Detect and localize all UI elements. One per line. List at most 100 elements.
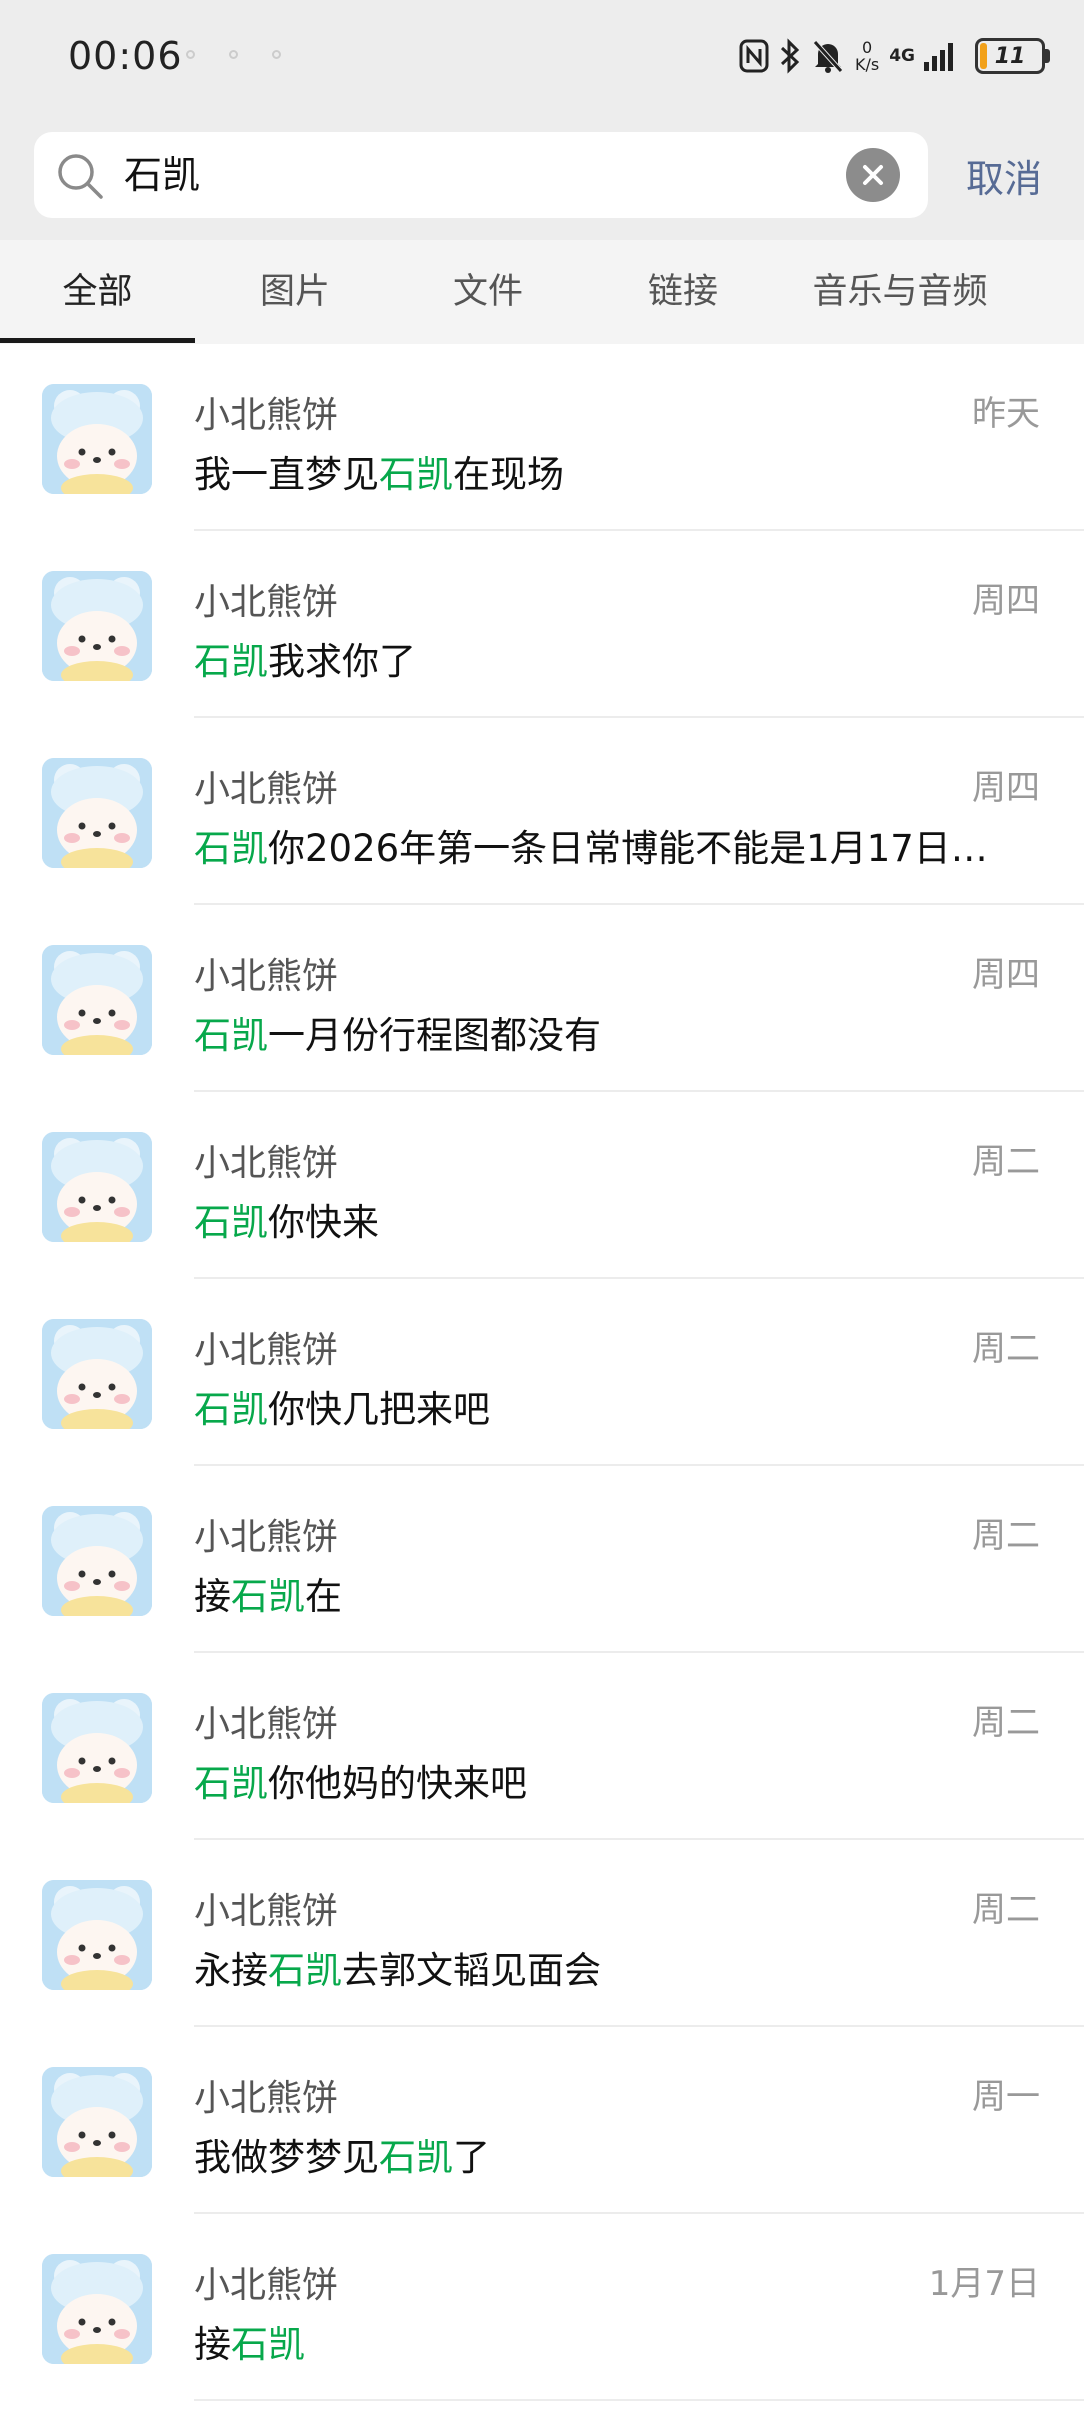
message-text: 你快来 (268, 1201, 379, 1244)
message-snippet: 石凯我求你了 (194, 631, 1004, 685)
keyword-highlight: 石凯 (194, 1762, 268, 1805)
clear-button[interactable] (846, 148, 900, 202)
message-text: 一月份行程图都没有 (268, 1014, 601, 1057)
cancel-button[interactable]: 取消 (966, 148, 1042, 203)
filter-tabs: 全部 图片 文件 链接 音乐与音频 (0, 240, 1084, 344)
clear-icon (863, 165, 883, 185)
notification-dots (186, 50, 281, 59)
list-item[interactable]: 小北熊饼 周二石凯你他妈的快来吧 (0, 1653, 1084, 1840)
network-indicator: 4G (889, 46, 915, 66)
keyword-highlight: 石凯 (194, 640, 268, 683)
avatar[interactable] (42, 384, 152, 494)
avatar[interactable] (42, 1506, 152, 1616)
message-date: 昨天 (972, 394, 1040, 434)
message-snippet: 接石凯 (194, 2314, 1004, 2368)
sender-name: 小北熊饼 (194, 2265, 339, 2306)
mute-bell-icon (811, 38, 845, 74)
divider (194, 2399, 1084, 2401)
list-item[interactable]: 小北熊饼 周四 石凯你2026年第一条日常博能不能是1月17日发… (0, 718, 1084, 905)
tab-all[interactable]: 全部 (0, 240, 195, 344)
message-text: 我做梦梦见 (194, 2136, 379, 2179)
message-text: 你2026年第一条日常博能不能是1月17日发… (268, 827, 1004, 870)
list-item[interactable]: 小北熊饼 周四 石凯我求你了 (0, 531, 1084, 718)
search-icon (58, 154, 103, 199)
keyword-highlight: 石凯 (379, 2136, 453, 2179)
message-date: 周二 (972, 1329, 1040, 1369)
search-box[interactable]: 石凯 (34, 132, 928, 218)
nfc-icon (739, 39, 769, 73)
sender-name: 小北熊饼 (194, 769, 339, 810)
tab-links[interactable]: 链接 (603, 240, 763, 344)
tab-music-audio[interactable]: 音乐与音频 (790, 240, 1010, 344)
message-snippet: 石凯你2026年第一条日常博能不能是1月17日发… (194, 818, 1004, 872)
message-date: 1月7日 (928, 2264, 1040, 2304)
keyword-highlight: 石凯 (194, 1201, 268, 1244)
sender-name: 小北熊饼 (194, 1891, 339, 1932)
keyword-highlight: 石凯 (231, 1575, 305, 1618)
message-text: 永接 (194, 1949, 268, 1992)
message-snippet: 石凯一月份行程图都没有 (194, 1005, 1004, 1059)
list-item[interactable]: 小北熊饼 昨天我一直梦见石凯在现场 (0, 344, 1084, 531)
status-time: 00:06 (68, 34, 183, 78)
avatar[interactable] (42, 2254, 152, 2364)
message-snippet: 石凯你快几把来吧 (194, 1379, 1004, 1433)
avatar[interactable] (42, 2067, 152, 2177)
avatar[interactable] (42, 1132, 152, 1242)
sender-name: 小北熊饼 (194, 1517, 339, 1558)
list-item[interactable]: 小北熊饼 周二石凯你快几把来吧 (0, 1279, 1084, 1466)
list-item[interactable]: 小北熊饼 周二 接石凯在 (0, 1466, 1084, 1653)
message-date: 周四 (972, 581, 1040, 621)
message-text: 我求你了 (268, 640, 416, 683)
sender-name: 小北熊饼 (194, 956, 339, 997)
message-snippet: 我一直梦见石凯在现场 (194, 444, 1004, 498)
keyword-highlight: 石凯 (194, 1014, 268, 1057)
sender-name: 小北熊饼 (194, 1330, 339, 1371)
message-text: 在 (305, 1575, 342, 1618)
list-item[interactable]: 小北熊饼 周二 石凯你快来 (0, 1092, 1084, 1279)
net-speed: 0 K/s (855, 39, 879, 73)
sender-name: 小北熊饼 (194, 1704, 339, 1745)
message-snippet: 石凯你他妈的快来吧 (194, 1753, 1004, 1807)
message-text: 在现场 (453, 453, 564, 496)
message-snippet: 我做梦梦见石凯了 (194, 2127, 1004, 2181)
sender-name: 小北熊饼 (194, 395, 339, 436)
list-item[interactable]: 小北熊饼 周二永接石凯去郭文韬见面会 (0, 1840, 1084, 2027)
status-bar: 00:06 0 K/s 4G 11 (0, 0, 1084, 110)
keyword-highlight: 石凯 (379, 453, 453, 496)
list-item[interactable]: 小北熊饼 周一 我做梦梦见石凯了 (0, 2027, 1084, 2214)
message-date: 周一 (972, 2077, 1040, 2117)
top-bar: 00:06 0 K/s 4G 11 石凯 取消 (0, 0, 1084, 240)
network-type: 4G (889, 46, 915, 66)
net-speed-unit: K/s (854, 55, 880, 74)
message-date: 周四 (972, 955, 1040, 995)
message-text: 接 (194, 2323, 231, 2366)
message-snippet: 石凯你快来 (194, 1192, 1004, 1246)
search-results-list: 小北熊饼 昨天 我一直梦见石凯在现场 小北熊饼 周四 石凯我求你了 小北熊饼 周四 石凯你2… (0, 344, 1084, 2401)
bluetooth-icon (779, 38, 801, 74)
keyword-highlight: 石凯 (194, 827, 268, 870)
avatar[interactable] (42, 1693, 152, 1803)
search-input[interactable]: 石凯 (124, 150, 200, 200)
list-item[interactable]: 小北熊饼 1月7日接石凯 (0, 2214, 1084, 2401)
tab-images[interactable]: 图片 (215, 240, 375, 344)
status-icons: 0 K/s 4G 11 (739, 32, 1050, 80)
list-item[interactable]: 小北熊饼 周四石凯一月份行程图都没有 (0, 905, 1084, 1092)
message-date: 周二 (972, 1890, 1040, 1930)
keyword-highlight: 石凯 (231, 2323, 305, 2366)
avatar[interactable] (42, 1319, 152, 1429)
message-text: 你快几把来吧 (268, 1388, 490, 1431)
sender-name: 小北熊饼 (194, 1143, 339, 1184)
avatar[interactable] (42, 758, 152, 868)
keyword-highlight: 石凯 (194, 1388, 268, 1431)
message-snippet: 接石凯在 (194, 1566, 1004, 1620)
avatar[interactable] (42, 571, 152, 681)
tab-files[interactable]: 文件 (408, 240, 568, 344)
message-snippet: 永接石凯去郭文韬见面会 (194, 1940, 1004, 1994)
message-text: 了 (453, 2136, 490, 2179)
keyword-highlight: 石凯 (268, 1949, 342, 1992)
message-date: 周二 (972, 1703, 1040, 1743)
avatar[interactable] (42, 1880, 152, 1990)
avatar[interactable] (42, 945, 152, 1055)
message-text: 我一直梦见 (194, 453, 379, 496)
signal-icon (923, 40, 959, 72)
